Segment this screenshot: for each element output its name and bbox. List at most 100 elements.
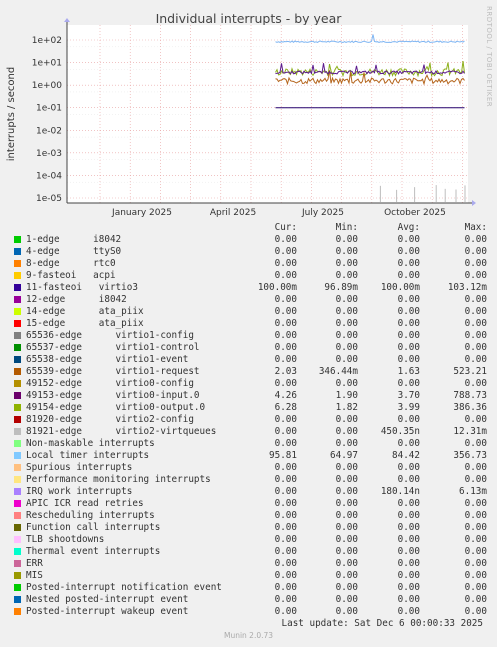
legend-row: Non-maskable interrupts 0.00 0.00 0.00 0.00 <box>0 438 497 450</box>
legend-avg-value: 0.00 <box>397 258 420 269</box>
legend-max-value: 0.00 <box>464 534 487 545</box>
legend-label: 12-edge i8042 <box>26 294 127 305</box>
legend-cur-value: 0.00 <box>274 378 297 389</box>
legend-cur-value: 0.00 <box>274 258 297 269</box>
legend-min-value: 0.00 <box>335 474 358 485</box>
legend-min-value: 0.00 <box>335 330 358 341</box>
legend-max-value: 0.00 <box>464 522 487 533</box>
legend-avg-value: 0.00 <box>397 570 420 581</box>
legend-swatch <box>14 440 21 447</box>
legend-label: MIS <box>26 570 43 581</box>
legend-row: Performance monitoring interrupts 0.00 0.0… <box>0 474 497 486</box>
legend-swatch <box>14 608 21 615</box>
legend-cur-value: 0.00 <box>274 414 297 425</box>
x-tick-label: January 2025 <box>111 208 172 218</box>
legend-avg-value: 0.00 <box>397 378 420 389</box>
y-tick-label: 1e-03 <box>36 149 62 159</box>
legend-min-value: 0.00 <box>335 294 358 305</box>
legend-avg-value: 0.00 <box>397 546 420 557</box>
legend-row: 65536-edge virtio1-config 0.00 0.00 0.00 0.0… <box>0 330 497 342</box>
legend-avg-value: 0.00 <box>397 606 420 617</box>
legend-avg-value: 0.00 <box>397 498 420 509</box>
legend-swatch <box>14 524 21 531</box>
legend-avg-value: 3.99 <box>397 402 420 413</box>
legend-row: Nested posted-interrupt event 0.00 0.00 0.0… <box>0 594 497 606</box>
legend-cur-value: 4.26 <box>274 390 297 401</box>
legend-max-value: 0.00 <box>464 234 487 245</box>
legend-header: Cur: Min: Avg: Max: <box>0 222 497 234</box>
legend-min-value: 0.00 <box>335 594 358 605</box>
legend-row: 81920-edge virtio2-config 0.00 0.00 0.00 0.0… <box>0 414 497 426</box>
legend-row: IRQ work interrupts 0.00 0.00 180.14n 6.13m <box>0 486 497 498</box>
legend-label: IRQ work interrupts <box>26 486 133 497</box>
legend-row: 1-edge i8042 0.00 0.00 0.00 0.00 <box>0 234 497 246</box>
legend-row: MIS 0.00 0.00 0.00 0.00 <box>0 570 497 582</box>
legend-min-value: 0.00 <box>335 306 358 317</box>
legend-swatch <box>14 368 21 375</box>
legend-max-value: 0.00 <box>464 414 487 425</box>
legend-swatch <box>14 260 21 267</box>
legend-min-value: 0.00 <box>335 318 358 329</box>
legend-min-value: 346.44m <box>318 366 358 377</box>
legend-max-value: 356.73 <box>453 450 487 461</box>
legend-swatch <box>14 476 21 483</box>
legend-max-value: 0.00 <box>464 594 487 605</box>
legend-row: 65538-edge virtio1-event 0.00 0.00 0.00 0.00 <box>0 354 497 366</box>
legend-label: 81921-edge virtio2-virtqueues <box>26 426 217 437</box>
legend-swatch <box>14 572 21 579</box>
legend-min-value: 0.00 <box>335 558 358 569</box>
legend-label: 65539-edge virtio1-request <box>26 366 200 377</box>
legend-min-value: 0.00 <box>335 498 358 509</box>
legend-label: 81920-edge virtio2-config <box>26 414 194 425</box>
legend-max-value: 0.00 <box>464 570 487 581</box>
legend-min-value: 0.00 <box>335 426 358 437</box>
legend-row: Posted-interrupt notification event 0.00 0… <box>0 582 497 594</box>
legend-max-value: 0.00 <box>464 438 487 449</box>
legend-avg-value: 1.63 <box>397 366 420 377</box>
legend-max-value: 12.31m <box>453 426 487 437</box>
legend-cur-value: 0.00 <box>274 582 297 593</box>
legend-swatch <box>14 584 21 591</box>
legend-avg-value: 3.70 <box>397 390 420 401</box>
y-tick-label: 1e+00 <box>32 81 63 91</box>
legend-avg-value: 0.00 <box>397 438 420 449</box>
legend-label: 9-fasteoi acpi <box>26 270 116 281</box>
legend-min-value: 0.00 <box>335 270 358 281</box>
legend-max-value: 386.36 <box>453 402 487 413</box>
legend-label: TLB shootdowns <box>26 534 105 545</box>
legend-avg-value: 0.00 <box>397 354 420 365</box>
legend-avg-value: 0.00 <box>397 246 420 257</box>
legend-cur-value: 0.00 <box>274 438 297 449</box>
legend-avg-value: 0.00 <box>397 270 420 281</box>
y-tick-label: 1e-04 <box>36 171 62 181</box>
legend-avg-value: 0.00 <box>397 342 420 353</box>
legend-swatch <box>14 452 21 459</box>
legend-avg-value: 0.00 <box>397 522 420 533</box>
legend-cur-value: 0.00 <box>274 234 297 245</box>
legend-swatch <box>14 548 21 555</box>
legend-min-value: 0.00 <box>335 582 358 593</box>
legend-row: 14-edge ata_piix 0.00 0.00 0.00 0.00 <box>0 306 497 318</box>
legend-cur-value: 95.81 <box>269 450 297 461</box>
legend-row: 8-edge rtc0 0.00 0.00 0.00 0.00 <box>0 258 497 270</box>
legend-label: Nested posted-interrupt event <box>26 594 189 605</box>
legend-cur-value: 0.00 <box>274 342 297 353</box>
legend-avg-value: 0.00 <box>397 558 420 569</box>
legend-max-value: 0.00 <box>464 342 487 353</box>
legend-cur-value: 0.00 <box>274 318 297 329</box>
legend-avg-value: 180.14n <box>380 486 420 497</box>
legend-min-value: 0.00 <box>335 462 358 473</box>
legend-label: Non-maskable interrupts <box>26 438 155 449</box>
legend-label: Rescheduling interrupts <box>26 510 155 521</box>
legend-swatch <box>14 248 21 255</box>
legend-label: 65537-edge virtio1-control <box>26 342 200 353</box>
legend-row: 9-fasteoi acpi 0.00 0.00 0.00 0.00 <box>0 270 497 282</box>
legend-swatch <box>14 536 21 543</box>
legend-swatch <box>14 356 21 363</box>
legend-min-value: 0.00 <box>335 510 358 521</box>
legend-label: 8-edge rtc0 <box>26 258 116 269</box>
legend-max-value: 0.00 <box>464 582 487 593</box>
legend-label: Local timer interrupts <box>26 450 150 461</box>
legend-max-value: 0.00 <box>464 546 487 557</box>
legend-swatch <box>14 464 21 471</box>
